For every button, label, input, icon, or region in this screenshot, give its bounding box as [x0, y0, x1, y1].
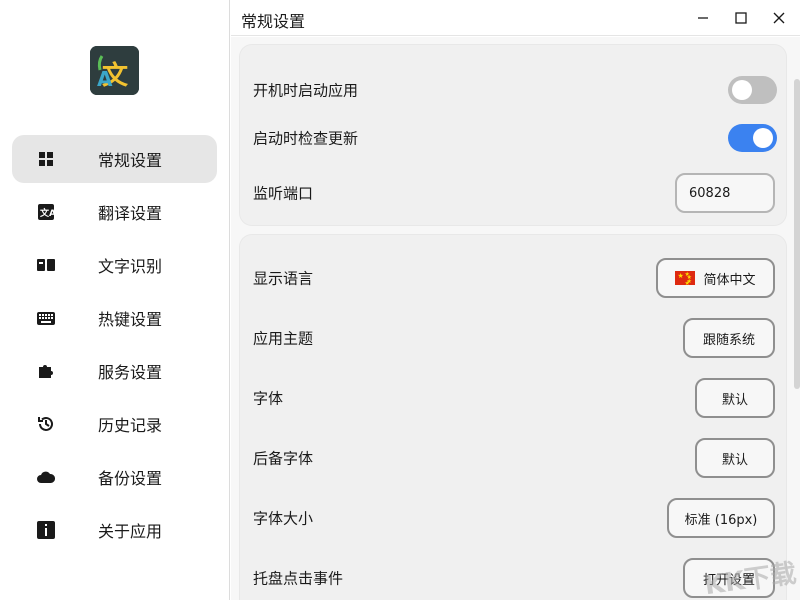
port-input[interactable]: 60828 — [675, 173, 775, 213]
font-label: 字体 — [253, 389, 284, 408]
tray-click-select[interactable]: 打开设置 — [683, 558, 775, 598]
minimize-icon — [698, 17, 708, 19]
auto-start-toggle[interactable] — [728, 76, 777, 104]
ocr-icon — [36, 255, 56, 275]
sidebar-item-about[interactable]: 关于应用 — [12, 506, 217, 554]
main-panel: 常规设置 开机时启动应用 启动时检查更新 监听端口 60828 显示语言 ★ ★… — [231, 0, 800, 600]
settings-content: 开机时启动应用 启动时检查更新 监听端口 60828 显示语言 ★ ★ ★ ★ ★ 简体… — [231, 37, 800, 600]
svg-text:文A: 文A — [39, 207, 54, 219]
font-size-select[interactable]: 标准 (16px) — [667, 498, 775, 538]
auto-start-label: 开机时启动应用 — [253, 81, 359, 100]
appearance-settings-card: 显示语言 ★ ★ ★ ★ ★ 简体中文 应用主题 跟随系统 字体 默认 后备字体 默认 … — [240, 235, 786, 600]
sidebar-item-label: 历史记录 — [98, 416, 163, 435]
history-icon — [36, 414, 56, 434]
scrollbar[interactable] — [794, 79, 800, 389]
display-language-value: 简体中文 — [703, 272, 756, 288]
title-bar: 常规设置 — [231, 0, 800, 36]
sidebar-item-translate[interactable]: 文A 翻译设置 — [12, 188, 217, 236]
maximize-icon — [735, 12, 747, 24]
cloud-icon — [36, 467, 56, 487]
toggle-knob — [753, 128, 773, 148]
display-language-label: 显示语言 — [253, 269, 314, 288]
grid-icon — [36, 149, 56, 169]
theme-select[interactable]: 跟随系统 — [683, 318, 775, 358]
sidebar-item-label: 文字识别 — [98, 257, 163, 276]
tray-click-row: 托盘点击事件 打开设置 — [240, 553, 786, 600]
minimize-button[interactable] — [690, 6, 716, 30]
font-row: 字体 默认 — [240, 373, 786, 423]
check-update-row: 启动时检查更新 — [240, 113, 786, 163]
page-title: 常规设置 — [241, 12, 306, 31]
svg-text:A: A — [97, 67, 113, 91]
sidebar-item-ocr[interactable]: 文字识别 — [12, 241, 217, 289]
sidebar-item-hotkey[interactable]: 热键设置 — [12, 294, 217, 342]
translate-icon: 文A — [36, 202, 56, 222]
theme-label: 应用主题 — [253, 329, 314, 348]
tray-click-label: 托盘点击事件 — [253, 569, 344, 588]
close-button[interactable] — [766, 6, 792, 30]
display-language-row: 显示语言 ★ ★ ★ ★ ★ 简体中文 — [240, 253, 786, 303]
fallback-font-label: 后备字体 — [253, 449, 314, 468]
check-update-label: 启动时检查更新 — [253, 129, 359, 148]
app-logo: 文 A — [90, 46, 139, 95]
puzzle-icon — [36, 361, 56, 381]
fallback-font-row: 后备字体 默认 — [240, 433, 786, 483]
sidebar-item-backup[interactable]: 备份设置 — [12, 453, 217, 501]
sidebar-item-label: 热键设置 — [98, 310, 163, 329]
sidebar: 文 A 常规设置 文A 翻译设置 文字识别 热键设置 服务设置 历史记录 备份设… — [0, 0, 230, 600]
sidebar-item-label: 常规设置 — [98, 151, 163, 170]
sidebar-item-history[interactable]: 历史记录 — [12, 400, 217, 448]
sidebar-item-service[interactable]: 服务设置 — [12, 347, 217, 395]
startup-settings-card: 开机时启动应用 启动时检查更新 监听端口 60828 — [240, 45, 786, 225]
info-icon — [36, 520, 56, 540]
close-icon — [773, 12, 785, 24]
font-size-row: 字体大小 标准 (16px) — [240, 493, 786, 543]
sidebar-item-label: 翻译设置 — [98, 204, 163, 223]
port-row: 监听端口 60828 — [240, 168, 786, 218]
font-select[interactable]: 默认 — [695, 378, 775, 418]
keyboard-icon — [36, 308, 56, 328]
sidebar-item-general[interactable]: 常规设置 — [12, 135, 217, 183]
port-label: 监听端口 — [253, 184, 314, 203]
sidebar-item-label: 关于应用 — [98, 522, 163, 541]
display-language-select[interactable]: ★ ★ ★ ★ ★ 简体中文 — [656, 258, 775, 298]
check-update-toggle[interactable] — [728, 124, 777, 152]
fallback-font-select[interactable]: 默认 — [695, 438, 775, 478]
china-flag-icon: ★ ★ ★ ★ ★ — [675, 271, 696, 287]
toggle-knob — [732, 80, 752, 100]
auto-start-row: 开机时启动应用 — [240, 65, 786, 115]
maximize-button[interactable] — [728, 6, 754, 30]
sidebar-item-label: 备份设置 — [98, 469, 163, 488]
theme-row: 应用主题 跟随系统 — [240, 313, 786, 363]
font-size-label: 字体大小 — [253, 509, 314, 528]
sidebar-nav: 常规设置 文A 翻译设置 文字识别 热键设置 服务设置 历史记录 备份设置 关于… — [12, 135, 217, 559]
sidebar-item-label: 服务设置 — [98, 363, 163, 382]
